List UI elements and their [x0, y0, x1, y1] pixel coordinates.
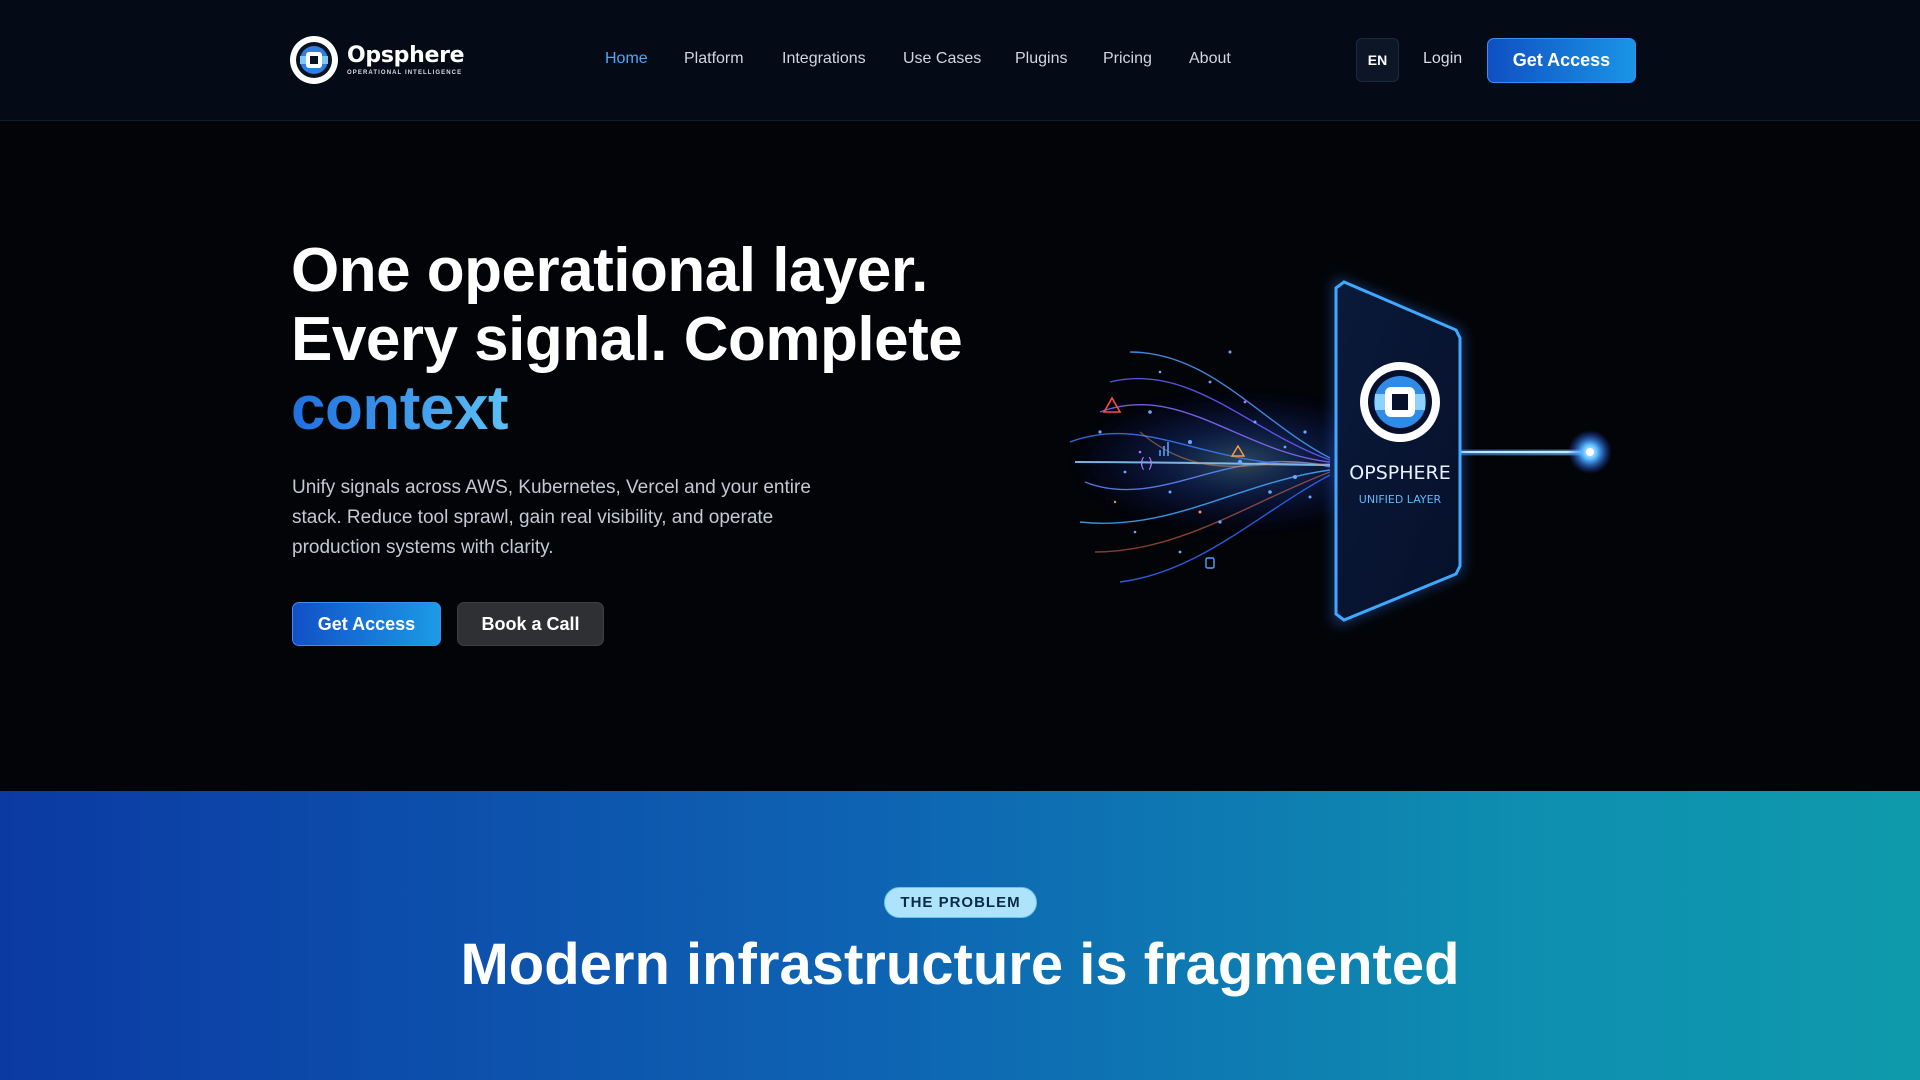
hero-section: One operational layer. Every signal. Com… [0, 122, 1920, 791]
problem-section: THE PROBLEM Modern infrastructure is fra… [0, 791, 1920, 1080]
login-link[interactable]: Login [1423, 49, 1462, 69]
problem-badge: THE PROBLEM [884, 887, 1037, 918]
nav-item-platform[interactable]: Platform [684, 49, 744, 69]
site-header: Opsphere OPERATIONAL INTELLIGENCE Home P… [0, 0, 1920, 121]
nav-item-use-cases[interactable]: Use Cases [903, 49, 981, 69]
header-get-access-button[interactable]: Get Access [1487, 38, 1636, 83]
hero-get-access-button[interactable]: Get Access [292, 602, 441, 646]
nav-item-about[interactable]: About [1189, 49, 1231, 69]
unified-layer-panel [1334, 280, 1462, 622]
hero-title: One operational layer. Every signal. Com… [291, 236, 1051, 443]
panel-logo-icon [1360, 362, 1440, 442]
hero-subtitle: Unify signals across AWS, Kubernetes, Ve… [292, 477, 811, 558]
language-button[interactable]: EN [1356, 38, 1399, 82]
book-call-button[interactable]: Book a Call [457, 602, 604, 646]
hero-title-line2: Every signal. Complete [291, 305, 963, 374]
problem-title: Modern infrastructure is fragmented [460, 932, 1460, 997]
database-icon [1205, 557, 1215, 569]
brand-tagline: OPERATIONAL INTELLIGENCE [347, 70, 463, 76]
brand-logo[interactable]: Opsphere OPERATIONAL INTELLIGENCE [289, 34, 465, 86]
panel-device-name: OPSPHERE [1349, 462, 1450, 484]
nav-item-integrations[interactable]: Integrations [782, 49, 866, 69]
opsphere-logo-icon [290, 36, 338, 84]
brand-name: Opsphere [347, 43, 465, 68]
hero-title-line1: One operational layer. [291, 236, 928, 305]
unified-layer-illustration: () OPSPHERE UNIFIED LAYER [1069, 278, 1612, 626]
hero-title-accent: context [291, 374, 508, 443]
nav-item-plugins[interactable]: Plugins [1015, 49, 1067, 69]
code-brackets-icon: () [1138, 456, 1155, 472]
panel-device-label: UNIFIED LAYER [1359, 493, 1442, 506]
nav-item-pricing[interactable]: Pricing [1103, 49, 1152, 69]
nav-item-home[interactable]: Home [605, 49, 648, 69]
